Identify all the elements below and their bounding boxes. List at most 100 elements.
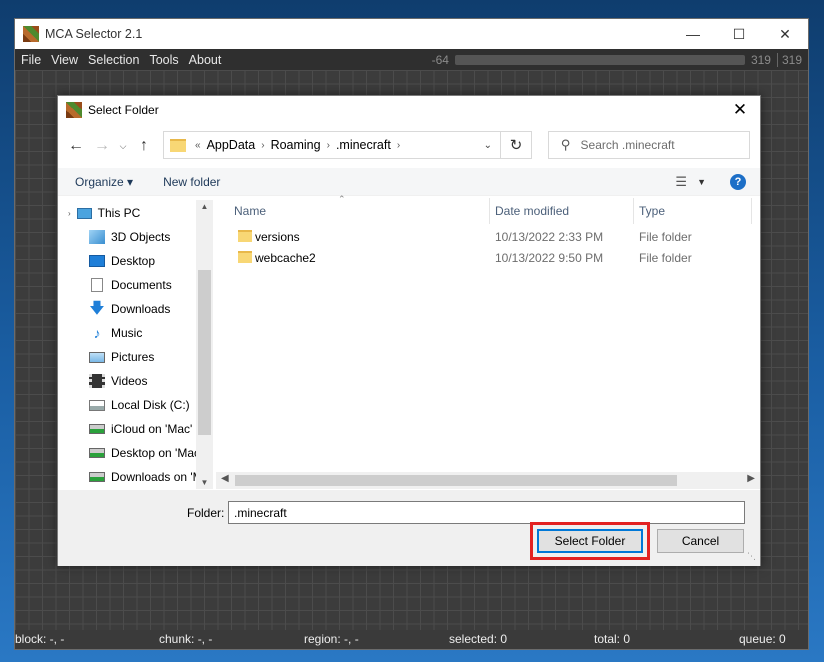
organize-label: Organize xyxy=(75,174,124,189)
nav-item-3d-objects[interactable]: 3D Objects xyxy=(89,226,170,248)
nav-item-downloads[interactable]: 🡇 Downloads xyxy=(89,298,170,320)
height-slider-max: 319 xyxy=(750,52,771,67)
new-folder-button[interactable]: New folder xyxy=(163,175,220,189)
folder-name-input[interactable]: .minecraft xyxy=(228,501,745,524)
nav-pane-scrollbar[interactable]: ▲ ▼ xyxy=(196,200,213,489)
scroll-left-icon[interactable]: ◀ xyxy=(221,473,229,484)
up-arrow-icon[interactable]: ↑ xyxy=(131,137,157,155)
nav-item-label: Documents xyxy=(111,278,172,292)
cancel-button[interactable]: Cancel xyxy=(657,529,744,553)
row-type: File folder xyxy=(639,230,692,244)
network-drive-icon xyxy=(89,472,105,482)
disk-icon xyxy=(89,399,105,411)
status-bar: block: -, - chunk: -, - region: -, - sel… xyxy=(15,630,808,649)
breadcrumb-overflow[interactable]: « xyxy=(195,140,201,151)
resize-grip-icon[interactable]: ⋱ xyxy=(747,551,756,562)
search-input[interactable]: Search .minecraft xyxy=(581,138,675,152)
menu-file[interactable]: File xyxy=(16,53,46,67)
scroll-right-icon[interactable]: ▶ xyxy=(747,473,755,484)
nav-item-videos[interactable]: Videos xyxy=(89,370,147,392)
document-icon xyxy=(91,278,103,292)
menu-tools[interactable]: Tools xyxy=(144,53,183,67)
view-dropdown-icon[interactable]: ▼ xyxy=(697,177,706,187)
scrollbar-thumb[interactable] xyxy=(235,475,677,486)
search-icon: ⚲ xyxy=(561,137,571,152)
column-date-modified[interactable]: Date modified xyxy=(495,204,569,218)
nav-item-music[interactable]: ♪ Music xyxy=(89,322,143,344)
nav-item-this-pc[interactable]: › This PC xyxy=(68,202,140,224)
breadcrumb-minecraft[interactable]: .minecraft xyxy=(336,138,391,152)
dialog-close-icon[interactable]: ✕ xyxy=(720,100,760,120)
network-drive-icon xyxy=(89,424,105,434)
menu-about[interactable]: About xyxy=(184,53,227,67)
nav-item-label: Downloads xyxy=(111,302,171,316)
status-total: total: 0 xyxy=(594,632,631,646)
column-type[interactable]: Type xyxy=(639,204,665,218)
nav-item-desktop[interactable]: Desktop xyxy=(89,250,155,272)
table-row[interactable]: versions 10/13/2022 2:33 PM File folder xyxy=(216,226,760,247)
nav-item-desktop-mac[interactable]: Desktop on 'Mac' xyxy=(89,442,202,464)
status-selected: selected: 0 xyxy=(449,632,508,646)
refresh-icon[interactable]: ↻ xyxy=(501,131,532,159)
breadcrumb-chevron-icon[interactable]: › xyxy=(261,140,264,151)
file-list-horizontal-scrollbar[interactable]: ◀ ▶ xyxy=(216,472,760,489)
breadcrumb-chevron-icon[interactable]: › xyxy=(327,140,330,151)
help-icon[interactable]: ? xyxy=(730,173,746,190)
view-options-icon[interactable]: ☰ xyxy=(675,174,687,190)
nav-item-documents[interactable]: Documents xyxy=(89,274,172,296)
table-row[interactable]: webcache2 10/13/2022 9:50 PM File folder xyxy=(216,247,760,268)
height-slider-value[interactable]: 319 xyxy=(776,52,802,67)
back-arrow-icon[interactable]: ← xyxy=(63,137,89,155)
maximize-icon[interactable]: ☐ xyxy=(716,19,762,49)
navigation-bar: ← → ⌵ ↑ « AppData › Roaming › .minecraft… xyxy=(58,130,760,162)
select-folder-button[interactable]: Select Folder xyxy=(537,529,643,553)
organize-button[interactable]: Organize ▾ xyxy=(75,175,133,189)
file-list: ⌃ Name Date modified Type versions 10/13… xyxy=(216,194,760,489)
picture-icon xyxy=(89,351,105,363)
nav-item-label: Videos xyxy=(111,374,148,388)
height-slider-min: -64 xyxy=(431,52,449,67)
breadcrumb-roaming[interactable]: Roaming xyxy=(271,138,321,152)
close-icon[interactable]: ✕ xyxy=(762,19,808,49)
nav-item-downloads-mac[interactable]: Downloads on 'M xyxy=(89,466,203,488)
status-queue: queue: 0 xyxy=(739,632,786,646)
nav-item-pictures[interactable]: Pictures xyxy=(89,346,154,368)
column-divider[interactable] xyxy=(633,198,634,224)
row-date: 10/13/2022 9:50 PM xyxy=(495,251,604,265)
nav-item-label: This PC xyxy=(97,206,141,220)
address-dropdown-icon[interactable]: ⌄ xyxy=(484,140,492,151)
dialog-footer: Folder: .minecraft Select Folder Cancel … xyxy=(58,490,760,566)
menu-selection[interactable]: Selection xyxy=(83,53,144,67)
row-name: webcache2 xyxy=(255,251,316,265)
row-name: versions xyxy=(255,230,300,244)
folder-icon xyxy=(238,251,252,263)
row-type: File folder xyxy=(639,251,692,265)
expand-chevron-icon[interactable]: › xyxy=(68,209,71,218)
nav-item-label: Desktop on 'Mac' xyxy=(111,446,203,460)
recent-locations-chevron-icon[interactable]: ⌵ xyxy=(115,141,131,152)
minimize-icon[interactable]: — xyxy=(670,19,716,49)
search-box[interactable]: ⚲ Search .minecraft xyxy=(548,131,750,159)
nav-item-label: Pictures xyxy=(111,350,155,364)
nav-item-local-disk[interactable]: Local Disk (C:) xyxy=(89,394,190,416)
command-toolbar: Organize ▾ New folder ☰ ▼ ? xyxy=(58,168,760,196)
breadcrumb-chevron-icon[interactable]: › xyxy=(397,140,400,151)
nav-item-label: Music xyxy=(111,326,143,340)
scroll-up-icon[interactable]: ▲ xyxy=(196,202,213,211)
scrollbar-thumb[interactable] xyxy=(198,270,211,435)
column-divider[interactable] xyxy=(489,198,490,224)
desktop-icon xyxy=(89,255,105,267)
forward-arrow-icon[interactable]: → xyxy=(89,137,115,155)
address-bar[interactable]: « AppData › Roaming › .minecraft › ⌄ xyxy=(163,131,501,159)
nav-item-icloud[interactable]: iCloud on 'Mac' xyxy=(89,418,192,440)
column-name[interactable]: Name xyxy=(234,204,266,218)
breadcrumb-appdata[interactable]: AppData xyxy=(207,138,256,152)
nav-item-label: Desktop xyxy=(111,254,156,268)
app-title: MCA Selector 2.1 xyxy=(45,27,143,41)
height-slider[interactable] xyxy=(454,54,745,65)
menu-view[interactable]: View xyxy=(46,53,83,67)
column-headers: ⌃ Name Date modified Type xyxy=(216,194,760,226)
column-divider[interactable] xyxy=(751,198,752,224)
download-icon: 🡇 xyxy=(89,300,105,317)
scroll-down-icon[interactable]: ▼ xyxy=(196,478,213,487)
